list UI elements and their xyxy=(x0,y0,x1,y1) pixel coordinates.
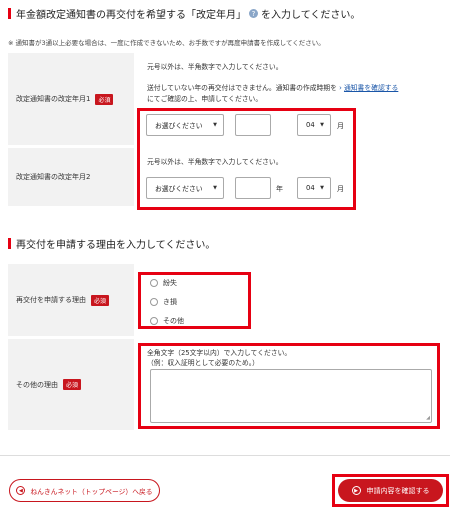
chevron-right-circle-icon: ▶ xyxy=(351,486,361,495)
row-label: 改定通知書の改定年月2 xyxy=(8,148,134,206)
section-title-text-after: を入力してください。 xyxy=(261,10,361,21)
section-title-reason: 再交付を申請する理由を入力してください。 xyxy=(8,236,215,251)
instruction-text: 送付していない年の再交付はできません。通知書の作成時期を › 通知書を確認する xyxy=(147,83,398,94)
divider xyxy=(0,455,450,456)
instruction-text: にてご確認の上、申請してください。 xyxy=(147,95,263,103)
section-marker xyxy=(8,8,11,19)
confirm-application-button[interactable]: ▶ 申請内容を確認する xyxy=(338,479,443,502)
row-label: 再交付を申請する理由 必須 xyxy=(8,264,134,336)
highlight-box-dates xyxy=(137,108,356,210)
section-title-revision-date: 年金額改定通知書の再交付を希望する「改定年月」 ? を入力してください。 xyxy=(8,6,360,21)
chevron-right-icon: › xyxy=(339,84,342,92)
row-label-text: 改定通知書の改定年月1 xyxy=(16,95,91,103)
section-title-text: 再交付を申請する理由を入力してください。 xyxy=(16,240,216,251)
required-badge: 必須 xyxy=(63,379,82,390)
confirm-button-label: 申請内容を確認する xyxy=(366,486,430,495)
help-icon[interactable]: ? xyxy=(249,9,258,18)
highlight-box-reason xyxy=(138,272,251,329)
required-badge: 必須 xyxy=(91,294,110,306)
required-badge: 必須 xyxy=(95,93,114,105)
row-label: その他の理由 必須 xyxy=(8,339,134,430)
chevron-left-circle-icon: ◀ xyxy=(16,486,26,495)
instruction-text: 元号以外は、半角数字で入力してください。 xyxy=(147,63,283,71)
row-label: 改定通知書の改定年月1 必須 xyxy=(8,53,134,145)
back-to-top-button[interactable]: ◀ ねんきんネット（トップページ）へ戻る xyxy=(9,479,160,502)
note-text: ※ 通知書が3通以上必要な場合は、一度に作成できないため、お手数ですが再度申請書… xyxy=(8,39,325,47)
highlight-box-other xyxy=(138,343,440,429)
confirm-notice-link[interactable]: 通知書を確認する xyxy=(344,84,398,92)
back-button-label: ねんきんネット（トップページ）へ戻る xyxy=(30,487,153,496)
row-label-text: その他の理由 xyxy=(16,380,58,389)
row-label-text: 改定通知書の改定年月2 xyxy=(16,173,91,181)
instruction-text-part: 送付していない年の再交付はできません。通知書の作成時期を xyxy=(147,84,337,92)
section-title-text-before: 年金額改定通知書の再交付を希望する「改定年月」 xyxy=(16,10,246,21)
section-marker xyxy=(8,238,11,249)
row-label-text: 再交付を申請する理由 xyxy=(16,296,86,304)
